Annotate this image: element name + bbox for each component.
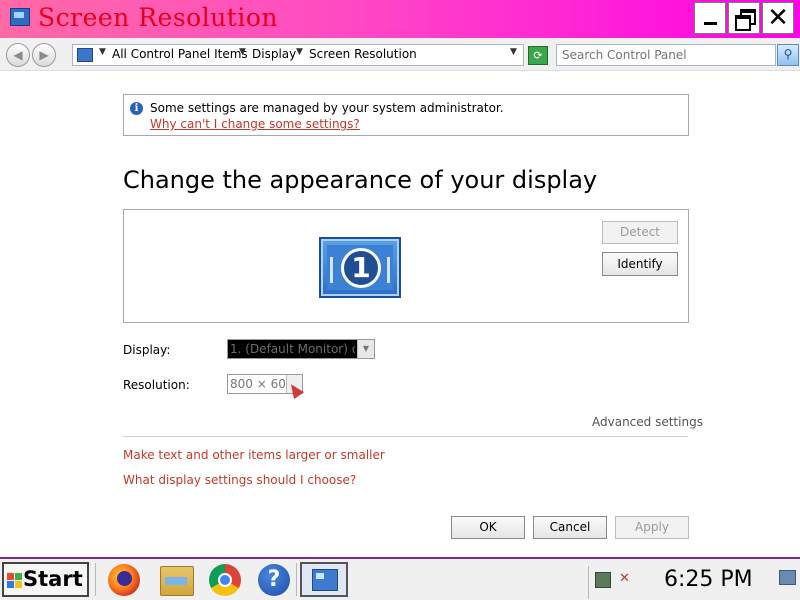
taskbar-separator: [296, 563, 297, 596]
start-label: Start: [23, 567, 83, 591]
taskbar-separator: [95, 563, 96, 596]
taskbar: Start ? ✕ 6:25 PM: [0, 557, 800, 600]
cancel-button[interactable]: Cancel: [533, 516, 607, 539]
info-icon: i: [130, 102, 143, 115]
minimize-button[interactable]: [694, 2, 726, 34]
resolution-label: Resolution:: [123, 378, 190, 392]
monitor-taskbar-right: [387, 257, 390, 283]
display-dropdown[interactable]: 1. (Default Monitor) on ▼: [227, 339, 375, 359]
breadcrumb-item[interactable]: All Control Panel Items: [112, 47, 248, 61]
identify-button[interactable]: Identify: [602, 252, 678, 276]
search-icon[interactable]: ⚲: [777, 44, 799, 66]
close-button[interactable]: ✕: [762, 2, 794, 34]
admin-info-box: i Some settings are managed by your syst…: [123, 94, 689, 136]
breadcrumb-item[interactable]: Display: [252, 47, 296, 61]
breadcrumb[interactable]: ▼ All Control Panel Items ▼ Display ▼ Sc…: [72, 44, 524, 66]
monitor-1-icon[interactable]: 1: [319, 237, 401, 298]
advanced-settings-link[interactable]: Advanced settings: [592, 415, 703, 429]
detect-button[interactable]: Detect: [602, 221, 678, 244]
monitor-panel: 1 Detect Identify: [123, 209, 689, 323]
display-dropdown-value: 1. (Default Monitor) on: [230, 342, 355, 356]
start-button[interactable]: Start: [2, 562, 89, 597]
back-button[interactable]: ◀: [6, 43, 30, 67]
show-desktop-icon[interactable]: [779, 570, 796, 585]
control-panel-icon: [77, 48, 93, 62]
display-icon: [10, 8, 30, 26]
display-settings-icon: [312, 569, 338, 591]
restore-button[interactable]: [728, 2, 760, 34]
files-icon[interactable]: [160, 566, 194, 596]
firefox-icon[interactable]: [108, 564, 140, 596]
monitor-taskbar-left: [330, 257, 333, 283]
apply-button[interactable]: Apply: [615, 516, 689, 539]
text-size-link[interactable]: Make text and other items larger or smal…: [123, 448, 385, 462]
admin-message: Some settings are managed by your system…: [150, 101, 504, 115]
search-box[interactable]: [556, 44, 776, 66]
page-title: Change the appearance of your display: [123, 166, 598, 194]
taskbar-active-app[interactable]: [300, 562, 348, 597]
chevron-down-icon[interactable]: ▼: [357, 340, 374, 358]
search-input[interactable]: [557, 45, 767, 64]
why-cant-change-link[interactable]: Why can't I change some settings?: [150, 117, 360, 131]
window-title: Screen Resolution: [38, 3, 279, 32]
chevron-down-icon[interactable]: ▼: [296, 47, 303, 57]
chevron-down-icon[interactable]: ▼: [239, 47, 246, 57]
monitor-number: 1: [341, 248, 381, 288]
logo-green: [15, 573, 22, 580]
logo-yellow: [15, 581, 22, 588]
volume-muted-icon[interactable]: ✕: [619, 572, 633, 586]
logo-red: [7, 573, 14, 580]
clock[interactable]: 6:25 PM: [664, 567, 753, 592]
divider: [123, 436, 688, 437]
monitor-screen: 1: [327, 245, 393, 290]
title-bar: Screen Resolution ✕: [0, 0, 800, 38]
windows-logo-icon: [7, 573, 22, 588]
address-bar: ◀ ▶ ▼ All Control Panel Items ▼ Display …: [0, 38, 800, 71]
ok-button[interactable]: OK: [451, 516, 525, 539]
history-dropdown-icon[interactable]: ▼: [510, 47, 517, 57]
help-icon[interactable]: ?: [258, 564, 290, 596]
forward-button[interactable]: ▶: [32, 43, 56, 67]
tray-separator: [588, 566, 589, 599]
chevron-down-icon[interactable]: ▼: [99, 47, 106, 57]
system-tray: ✕ 6:25 PM: [588, 562, 798, 599]
network-icon[interactable]: [595, 572, 611, 588]
display-label: Display:: [123, 343, 171, 357]
display-settings-help-link[interactable]: What display settings should I choose?: [123, 473, 356, 487]
refresh-button[interactable]: ⟳: [528, 46, 548, 65]
resolution-dropdown-value: 800 × 600: [230, 377, 294, 391]
logo-blue: [7, 581, 14, 588]
breadcrumb-item[interactable]: Screen Resolution: [309, 47, 417, 61]
chrome-icon[interactable]: [209, 564, 241, 596]
